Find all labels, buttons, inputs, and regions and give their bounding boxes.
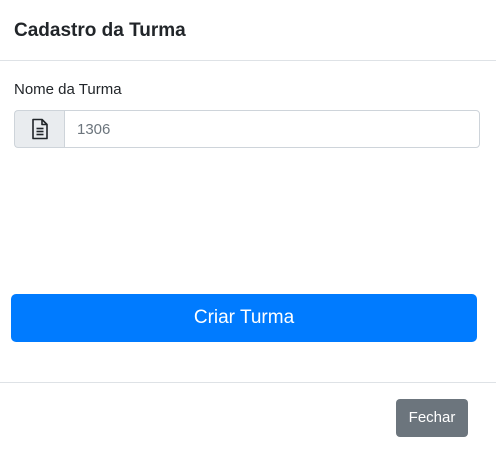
modal-footer: Fechar <box>0 382 496 455</box>
modal-title: Cadastro da Turma <box>14 20 186 41</box>
class-name-label: Nome da Turma <box>14 81 122 98</box>
class-name-input[interactable] <box>64 110 480 148</box>
class-registration-modal: Cadastro da Turma Nome da Turma Criar Tu… <box>0 0 496 455</box>
create-class-button[interactable]: Criar Turma <box>11 294 477 342</box>
close-button[interactable]: Fechar <box>396 399 468 437</box>
class-name-input-group <box>14 110 480 148</box>
document-icon <box>14 110 64 148</box>
modal-header: Cadastro da Turma <box>0 0 496 61</box>
